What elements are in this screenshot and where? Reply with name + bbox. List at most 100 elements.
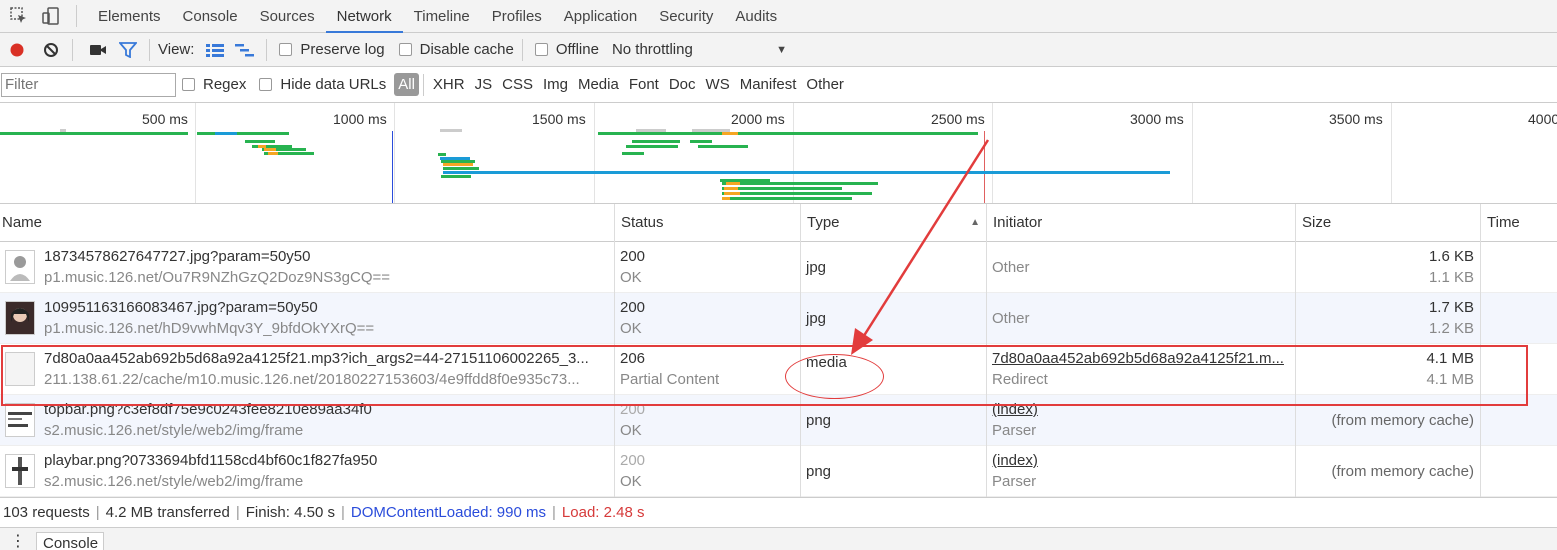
column-header-status[interactable]: Status [615,204,801,242]
filter-type-xhr[interactable]: XHR [428,76,470,93]
drawer-menu-icon[interactable]: ⋮ [10,531,26,550]
status-code: 200 [620,299,646,316]
name-cell: 18734578627647727.jpg?param=50y50 p1.mus… [0,242,615,293]
filter-type-other[interactable]: Other [801,76,849,93]
filter-type-css[interactable]: CSS [497,76,538,93]
filter-type-font[interactable]: Font [624,76,664,93]
regex-box[interactable] [182,78,195,91]
device-toolbar-icon[interactable] [38,3,64,29]
regex-checkbox[interactable]: Regex [182,76,246,93]
dom-content-loaded-time: DOMContentLoaded: 990 ms [350,504,547,521]
request-type: jpg [806,310,827,327]
tab-console[interactable]: Console [172,0,249,33]
view-label: View: [158,41,195,58]
overview-tick-label: 2500 ms [931,111,985,127]
disable-cache-box[interactable] [398,43,412,56]
overview-bar [622,152,644,155]
filter-input[interactable] [1,72,176,97]
column-header-name[interactable]: Name [0,204,615,242]
name-cell: 109951163166083467.jpg?param=50y50 p1.mu… [0,293,615,344]
preserve-log-box[interactable] [279,43,293,56]
status-text: OK [620,422,642,439]
network-overview[interactable]: 500 ms 1000 ms 1500 ms 2000 ms 2500 ms 3… [0,103,1557,204]
overview-tick-label: 2000 ms [731,111,785,127]
initiator-text: Other [992,259,1030,276]
waterfall-view-icon [235,43,255,56]
filter-type-js[interactable]: JS [470,76,498,93]
overview-bar [438,153,446,156]
overview-bar [264,148,276,151]
transferred-size: 4.2 MB transferred [105,504,230,521]
capture-screenshots-button[interactable] [85,37,111,63]
status-code: 200 [620,248,646,265]
type-cell: jpg [801,293,987,344]
column-header-time[interactable]: Time [1481,204,1557,242]
overview-bar [722,192,872,195]
column-header-size[interactable]: Size [1296,204,1481,242]
tabbar-separator [76,5,77,27]
clear-button[interactable] [38,37,64,63]
overview-bar [690,140,712,143]
overview-bar [268,152,278,155]
size-cell: 1.6 KB 1.1 KB [1296,242,1481,293]
tab-timeline[interactable]: Timeline [403,0,481,33]
initiator-text: Other [992,310,1030,327]
overview-bar [443,167,479,170]
type-cell: jpg [801,242,987,293]
network-toolbar: View: Preserve log Disable cache Offline… [0,33,1557,67]
initiator-link[interactable]: (index) [992,452,1038,469]
overview-gridline [394,103,395,203]
request-table-header: Name Status Type ▲ Initiator Size Time [0,204,1557,242]
tab-network[interactable]: Network [325,0,403,33]
filter-type-doc[interactable]: Doc [664,76,701,93]
initiator-cell: Other [987,242,1296,293]
tab-elements[interactable]: Elements [87,0,172,33]
offline-box[interactable] [534,43,548,56]
throttling-select[interactable]: No throttling ▼ [612,41,787,58]
type-cell: png [801,446,987,497]
request-count: 103 requests [3,504,90,521]
tab-sources[interactable]: Sources [249,0,326,33]
tab-security[interactable]: Security [648,0,724,33]
preserve-log-checkbox[interactable]: Preserve log [279,41,385,58]
overview-bar [698,145,748,148]
table-row[interactable]: playbar.png?0733694bfd1158cd4bf60c1f827f… [0,446,1557,497]
table-row[interactable]: 109951163166083467.jpg?param=50y50 p1.mu… [0,293,1557,344]
overview-view-button[interactable] [232,37,258,63]
offline-checkbox[interactable]: Offline [534,41,599,58]
overview-bar [245,140,275,143]
network-summary-bar: 103 requests | 4.2 MB transferred | Fini… [0,497,1557,527]
filter-toggle-button[interactable] [115,37,141,63]
load-time: Load: 2.48 s [561,504,645,521]
drawer-tab-console[interactable]: Console [36,532,104,550]
video-camera-icon [90,44,106,55]
tab-profiles[interactable]: Profiles [481,0,553,33]
time-cell [1481,293,1557,344]
tab-audits[interactable]: Audits [724,0,788,33]
inspect-element-icon[interactable] [6,3,32,29]
record-button[interactable] [4,37,30,63]
disable-cache-label: Disable cache [419,41,514,58]
image-thumbnail [5,250,35,284]
hide-data-urls-checkbox[interactable]: Hide data URLs [259,76,386,93]
disable-cache-checkbox[interactable]: Disable cache [398,41,514,58]
toolbar-separator [266,38,268,61]
request-host: s2.music.126.net/style/web2/img/frame [44,422,304,439]
column-header-type[interactable]: Type ▲ [801,204,987,242]
hide-data-urls-box[interactable] [259,78,273,91]
filter-type-manifest[interactable]: Manifest [735,76,802,93]
overview-bar [722,132,738,135]
large-rows-view-button[interactable] [202,37,228,63]
column-header-initiator[interactable]: Initiator [987,204,1296,242]
filter-type-img[interactable]: Img [538,76,573,93]
filter-type-ws[interactable]: WS [701,76,735,93]
overview-bar [440,129,462,132]
size-cell: 1.7 KB 1.2 KB [1296,293,1481,344]
overview-bar [60,129,66,132]
size-resource: 1.1 KB [1428,269,1474,286]
filter-type-all[interactable]: All [394,73,419,96]
request-name: 109951163166083467.jpg?param=50y50 [44,299,318,316]
tab-application[interactable]: Application [553,0,648,33]
table-row[interactable]: 18734578627647727.jpg?param=50y50 p1.mus… [0,242,1557,293]
filter-type-media[interactable]: Media [573,76,624,93]
